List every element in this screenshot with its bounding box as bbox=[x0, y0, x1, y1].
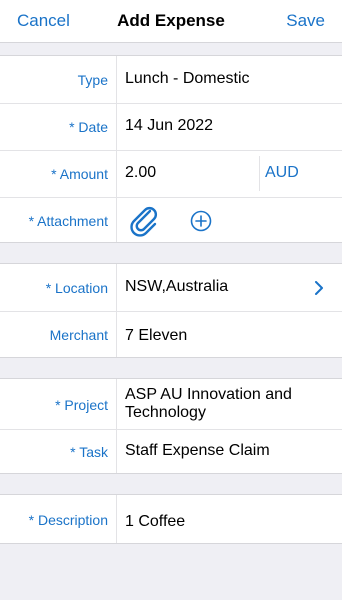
type-value[interactable]: Lunch - Domestic bbox=[125, 70, 250, 88]
nav-bar: Cancel Add Expense Save bbox=[0, 0, 342, 43]
date-value[interactable]: 14 Jun 2022 bbox=[125, 117, 213, 135]
type-row[interactable]: Type Lunch - Domestic bbox=[0, 56, 342, 103]
type-label: Type bbox=[77, 72, 108, 88]
location-group: * Location NSW,Australia Merchant 7 Elev… bbox=[0, 263, 342, 358]
amount-input[interactable]: 2.00 bbox=[125, 164, 156, 182]
amount-row: * Amount 2.00 AUD bbox=[0, 150, 342, 197]
project-group: * Project ASP AU Innovation and Technolo… bbox=[0, 378, 342, 474]
description-value[interactable]: 1 Coffee bbox=[125, 513, 185, 531]
expense-details-group: Type Lunch - Domestic * Date 14 Jun 2022… bbox=[0, 55, 342, 243]
task-value[interactable]: Staff Expense Claim bbox=[125, 442, 270, 460]
paperclip-icon[interactable] bbox=[128, 205, 160, 237]
location-value[interactable]: NSW,Australia bbox=[125, 278, 228, 296]
location-label: * Location bbox=[45, 280, 108, 296]
currency-select[interactable]: AUD bbox=[265, 164, 299, 182]
amount-label: * Amount bbox=[51, 166, 108, 182]
description-group: * Description 1 Coffee bbox=[0, 494, 342, 544]
currency-divider bbox=[259, 156, 260, 191]
merchant-value[interactable]: 7 Eleven bbox=[125, 327, 187, 345]
task-row[interactable]: * Task Staff Expense Claim bbox=[0, 429, 342, 475]
project-value[interactable]: ASP AU Innovation and Technology bbox=[125, 386, 325, 422]
chevron-right-icon[interactable] bbox=[312, 281, 326, 295]
location-row[interactable]: * Location NSW,Australia bbox=[0, 264, 342, 311]
project-label: * Project bbox=[55, 397, 108, 413]
project-row[interactable]: * Project ASP AU Innovation and Technolo… bbox=[0, 379, 342, 429]
task-label: * Task bbox=[70, 444, 108, 460]
attachment-label: * Attachment bbox=[28, 213, 108, 229]
date-label: * Date bbox=[69, 119, 108, 135]
description-label: * Description bbox=[28, 512, 108, 528]
date-row[interactable]: * Date 14 Jun 2022 bbox=[0, 103, 342, 150]
save-button[interactable]: Save bbox=[286, 11, 325, 31]
description-row[interactable]: * Description 1 Coffee bbox=[0, 495, 342, 543]
merchant-label: Merchant bbox=[49, 327, 108, 343]
add-circle-icon[interactable] bbox=[190, 210, 212, 232]
attachment-row: * Attachment bbox=[0, 197, 342, 244]
merchant-row[interactable]: Merchant 7 Eleven bbox=[0, 311, 342, 358]
